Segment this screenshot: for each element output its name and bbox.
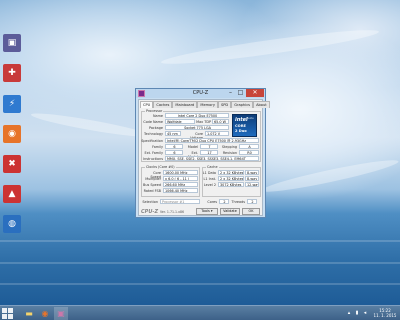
- ice-streak: [260, 155, 400, 197]
- l1inst-value: 2 x 32 KBytes: [218, 176, 244, 181]
- water-reflection: [0, 240, 400, 242]
- clock-date: 11. 1. 2015: [373, 313, 397, 318]
- intel-core-text: CORE: [235, 124, 246, 128]
- tray-volume-icon[interactable]: ◂: [362, 310, 368, 316]
- stepping-value: A: [239, 144, 259, 149]
- intel-2duo-text: 2 Duo: [235, 129, 247, 133]
- validate-button[interactable]: Validate: [220, 208, 240, 215]
- extfamily-label: Ext. Family: [144, 151, 163, 155]
- file-explorer-taskbar-icon[interactable]: ▬: [22, 307, 36, 320]
- selection-label: Selection: [142, 200, 158, 204]
- selection-dropdown[interactable]: Processor #1: [160, 199, 200, 204]
- cores-value: 2: [219, 199, 229, 204]
- maximize-button[interactable]: □: [236, 89, 245, 97]
- l1inst-assoc: 8-way: [245, 176, 259, 181]
- tab-cpu[interactable]: CPU: [140, 101, 154, 108]
- version-text: Ver. 1.71.1.x86: [160, 210, 185, 214]
- ice-streak: [30, 109, 150, 141]
- desktop-icon-app[interactable]: ▣: [3, 34, 21, 52]
- tab-about[interactable]: About: [253, 101, 270, 108]
- level2-label: Level 2: [203, 183, 216, 187]
- codename-value: Wolfdale: [165, 119, 195, 124]
- l1data-assoc: 8-way: [245, 170, 259, 175]
- minimize-button[interactable]: –: [226, 89, 235, 97]
- technology-value: 45 nm: [165, 131, 181, 136]
- ok-button[interactable]: OK: [242, 208, 260, 215]
- cpuz-bottom-bar: CPU-Z Ver. 1.71.1.x86 Tools ▾ Validate O…: [140, 208, 262, 216]
- tab-graphics[interactable]: Graphics: [231, 101, 254, 108]
- tray-network-icon[interactable]: ▮: [354, 310, 360, 316]
- threads-label: Threads: [231, 200, 245, 204]
- extmodel-value: 17: [200, 150, 218, 155]
- tools-button[interactable]: Tools ▾: [196, 208, 218, 215]
- start-button[interactable]: [2, 308, 13, 319]
- cpuz-taskbar-icon[interactable]: ▣: [54, 307, 68, 320]
- tab-mainboard[interactable]: Mainboard: [172, 101, 198, 108]
- water-reflection: [0, 262, 400, 264]
- maxtdp-value: 65.0 W: [212, 119, 229, 124]
- desktop-icon-app[interactable]: ✚: [3, 64, 21, 82]
- revision-value: R0: [239, 150, 259, 155]
- tab-caches[interactable]: Caches: [153, 101, 173, 108]
- processor-name-value: Intel Core 2 Duo E7500: [165, 113, 229, 118]
- stepping-label: Stepping: [221, 145, 237, 149]
- corevoltage-value: 1.072 V: [205, 131, 229, 136]
- instructions-label: Instructions: [143, 157, 163, 161]
- cpuz-window: CPU-Z – □ ✕ CPU Caches Mainboard Memory …: [135, 88, 270, 218]
- cpuz-content-panel: CPU Caches Mainboard Memory SPD Graphics…: [138, 99, 270, 216]
- multiplier-value: x 6.0 ( 6 - 11 ): [163, 176, 198, 181]
- clocks-group-label: Clocks (Core #0): [145, 165, 176, 169]
- corespeed-value: 1600.00 MHz: [163, 170, 198, 175]
- taskbar: ▬ ◉ ▣ ▴ ▮ ◂ 15:22 11. 1. 2015: [0, 305, 400, 320]
- intel-inside-text: inside: [246, 117, 254, 120]
- processor-group-label: Processor: [145, 109, 164, 113]
- tab-memory[interactable]: Memory: [197, 101, 218, 108]
- desktop-icon-app[interactable]: ▲: [3, 185, 21, 203]
- cache-group-label: Cache: [206, 165, 219, 169]
- model-value: 7: [200, 144, 218, 149]
- instructions-value: MMX, SSE, SSE2, SSE3, SSSE3, SSE4.1, EM6…: [165, 156, 259, 161]
- level2-assoc: 12-way: [245, 182, 259, 187]
- family-label: Family: [152, 145, 163, 149]
- specification-label: Specification: [141, 139, 163, 143]
- busspeed-label: Bus Speed: [143, 183, 161, 187]
- ratedfsb-value: 1066.40 MHz: [163, 188, 198, 193]
- taskbar-clock[interactable]: 15:22 11. 1. 2015: [373, 308, 397, 318]
- family-value: 6: [165, 144, 183, 149]
- revision-label: Revision: [222, 151, 237, 155]
- extfamily-value: 6: [165, 150, 183, 155]
- technology-label: Technology: [144, 132, 163, 136]
- tab-bar: CPU Caches Mainboard Memory SPD Graphics…: [140, 101, 270, 108]
- multiplier-label: Multiplier: [145, 177, 161, 181]
- firefox-taskbar-icon[interactable]: ◉: [38, 307, 52, 320]
- package-value: Socket 775 LGA: [165, 125, 229, 130]
- model-label: Model: [187, 145, 198, 149]
- tray-chevron-icon[interactable]: ▴: [346, 310, 352, 316]
- cpuz-logo: CPU-Z: [141, 209, 159, 215]
- maxtdp-label: Max TDP: [196, 120, 211, 124]
- ice-streak: [160, 24, 380, 70]
- name-label: Name: [152, 114, 163, 118]
- threads-value: 2: [247, 199, 257, 204]
- level2-value: 3072 KBytes: [218, 182, 244, 187]
- l1data-value: 2 x 32 KBytes: [218, 170, 244, 175]
- water-reflection: [0, 283, 400, 285]
- tools-button-label: Tools: [201, 209, 210, 213]
- desktop-icon-app[interactable]: ◍: [3, 215, 21, 233]
- tab-spd[interactable]: SPD: [217, 101, 232, 108]
- codename-label: Code Name: [143, 120, 163, 124]
- desktop-icon-app[interactable]: ⚡: [3, 95, 21, 113]
- package-label: Package: [148, 126, 163, 130]
- intel-core2-logo: intel inside CORE 2 Duo: [232, 114, 257, 137]
- cores-label: Cores: [207, 200, 217, 204]
- l1data-label: L1 Data: [202, 171, 216, 175]
- desktop-icon-app[interactable]: ✖: [3, 155, 21, 173]
- desktop-icon-app[interactable]: ◉: [3, 125, 21, 143]
- close-button[interactable]: ✕: [246, 89, 264, 97]
- ratedfsb-label: Rated FSB: [143, 189, 161, 193]
- l1inst-label: L1 Inst.: [203, 177, 216, 181]
- specification-value: Intel(R) Core(TM)2 Duo CPU E7500 @ 2.93G…: [165, 138, 259, 143]
- busspeed-value: 266.60 MHz: [163, 182, 198, 187]
- window-titlebar[interactable]: CPU-Z – □ ✕: [136, 89, 265, 98]
